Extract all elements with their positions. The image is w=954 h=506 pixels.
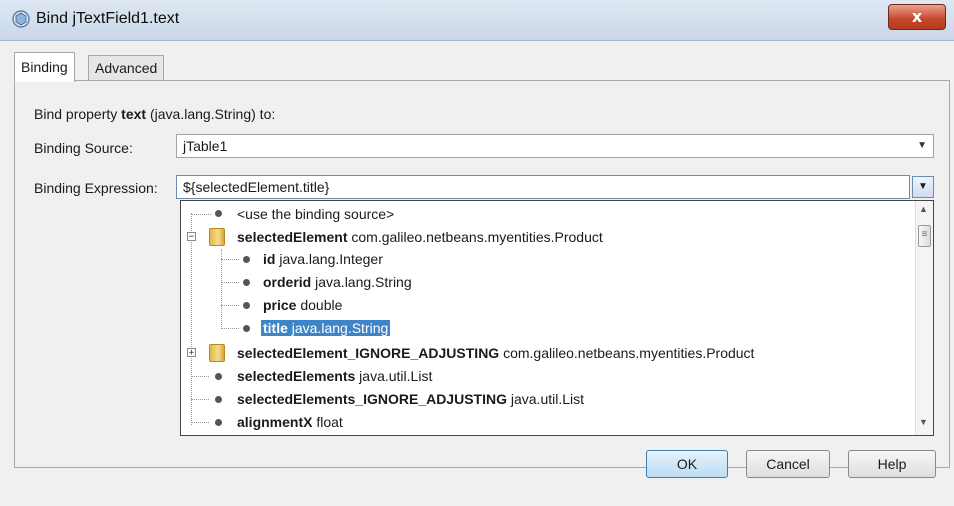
tree-item-type: java.util.List bbox=[355, 368, 433, 384]
window-title: Bind jTextField1.text bbox=[36, 10, 180, 27]
tree-connector bbox=[191, 214, 211, 215]
tree-item-use-source[interactable]: <use the binding source> bbox=[215, 203, 394, 225]
tree-item-label: <use the binding source> bbox=[237, 206, 395, 222]
tree-connector bbox=[221, 282, 239, 283]
tree-item-name: selectedElement_IGNORE_ADJUSTING bbox=[237, 345, 500, 361]
scroll-thumb[interactable]: ≡ bbox=[918, 225, 931, 247]
tree-connector bbox=[221, 328, 239, 329]
property-bullet-icon bbox=[243, 325, 250, 332]
tree-connector bbox=[221, 259, 239, 260]
tree-item-type: com.galileo.netbeans.myentities.Product bbox=[347, 229, 603, 245]
binding-expression-input[interactable]: ${selectedElement.title} bbox=[176, 175, 910, 199]
tree-item-type: java.lang.String bbox=[287, 320, 389, 336]
tree-item-name: price bbox=[263, 297, 297, 313]
scroll-down-arrow-icon[interactable]: ▼ bbox=[919, 417, 928, 427]
tree-item-name: title bbox=[263, 320, 288, 336]
tree-item-type: float bbox=[312, 414, 343, 430]
chevron-down-icon: ▼ bbox=[918, 181, 928, 192]
binding-expression-label: Binding Expression: bbox=[34, 180, 158, 196]
tree-connector bbox=[191, 399, 209, 400]
folder-icon bbox=[209, 344, 225, 362]
tree-item-name: orderid bbox=[263, 274, 312, 290]
tree-item-type: java.lang.String bbox=[311, 274, 412, 290]
binding-source-select[interactable]: jTable1 ▼ bbox=[176, 134, 934, 158]
tree-item-type: java.util.List bbox=[506, 391, 585, 407]
expand-icon[interactable]: + bbox=[187, 348, 196, 358]
tree-item-name: selectedElement bbox=[237, 229, 348, 245]
tree-item-selected-element-ignore-adjusting[interactable]: selectedElement_IGNORE_ADJUSTING com.gal… bbox=[209, 342, 754, 364]
tree-item-selected-element[interactable]: selectedElement com.galileo.netbeans.mye… bbox=[209, 226, 603, 248]
prompt-property: text bbox=[121, 106, 147, 122]
prompt-suffix: (java.lang.String) to: bbox=[146, 106, 276, 122]
tree-item-selected-elements[interactable]: selectedElements java.util.List bbox=[215, 365, 432, 387]
property-bullet-icon bbox=[243, 279, 250, 286]
property-bullet-icon bbox=[215, 419, 222, 426]
tree-item-name: alignmentX bbox=[237, 414, 313, 430]
tree-connector bbox=[221, 305, 239, 306]
collapse-icon[interactable]: − bbox=[187, 232, 196, 242]
window-cube-icon bbox=[12, 10, 30, 28]
expression-dropdown-button[interactable]: ▼ bbox=[912, 176, 934, 198]
tree-item-title[interactable]: title java.lang.String bbox=[243, 317, 391, 339]
close-button[interactable]: x bbox=[888, 4, 946, 30]
ok-button[interactable]: OK bbox=[646, 450, 728, 478]
tree-item-name: id bbox=[263, 251, 276, 267]
binding-source-value: jTable1 bbox=[183, 138, 228, 154]
binding-expression-value: ${selectedElement.title} bbox=[183, 179, 330, 195]
tree-item-selected-elements-ignore-adjusting[interactable]: selectedElements_IGNORE_ADJUSTING java.u… bbox=[215, 388, 584, 410]
property-bullet-icon bbox=[215, 210, 222, 217]
help-button[interactable]: Help bbox=[848, 450, 936, 478]
tree-item-price[interactable]: price double bbox=[243, 294, 342, 316]
expression-tree-dropdown[interactable]: <use the binding source> − selectedEleme… bbox=[180, 200, 934, 436]
property-bullet-icon bbox=[215, 373, 222, 380]
property-bullet-icon bbox=[215, 396, 222, 403]
tree-connector bbox=[191, 376, 209, 377]
property-bullet-icon bbox=[243, 256, 250, 263]
tree-connector bbox=[191, 422, 209, 423]
binding-source-label: Binding Source: bbox=[34, 140, 133, 156]
tree-item-orderid[interactable]: orderid java.lang.String bbox=[243, 271, 412, 293]
property-bullet-icon bbox=[243, 302, 250, 309]
bind-property-prompt: Bind property text (java.lang.String) to… bbox=[34, 106, 275, 122]
tab-binding[interactable]: Binding bbox=[14, 52, 75, 82]
cancel-button[interactable]: Cancel bbox=[746, 450, 830, 478]
tree-item-id[interactable]: id java.lang.Integer bbox=[243, 248, 383, 270]
tree-item-name: selectedElements_IGNORE_ADJUSTING bbox=[237, 391, 507, 407]
tree-item-type: java.lang.Integer bbox=[275, 251, 383, 267]
tree-item-type: double bbox=[296, 297, 343, 313]
scroll-up-arrow-icon[interactable]: ▲ bbox=[919, 204, 928, 214]
tab-advanced[interactable]: Advanced bbox=[88, 55, 165, 81]
chevron-down-icon: ▼ bbox=[917, 140, 927, 151]
title-bar: Bind jTextField1.text x bbox=[0, 0, 954, 41]
tree-item-name: selectedElements bbox=[237, 368, 356, 384]
tree-connector bbox=[221, 249, 222, 329]
prompt-prefix: Bind property bbox=[34, 106, 122, 122]
tree-item-type: com.galileo.netbeans.myentities.Product bbox=[499, 345, 755, 361]
tree-connector bbox=[191, 213, 192, 425]
folder-icon bbox=[209, 228, 225, 246]
tree-item-alignment-x[interactable]: alignmentX float bbox=[215, 411, 343, 433]
tree-scrollbar[interactable]: ▲ ≡ ▼ bbox=[915, 201, 933, 435]
